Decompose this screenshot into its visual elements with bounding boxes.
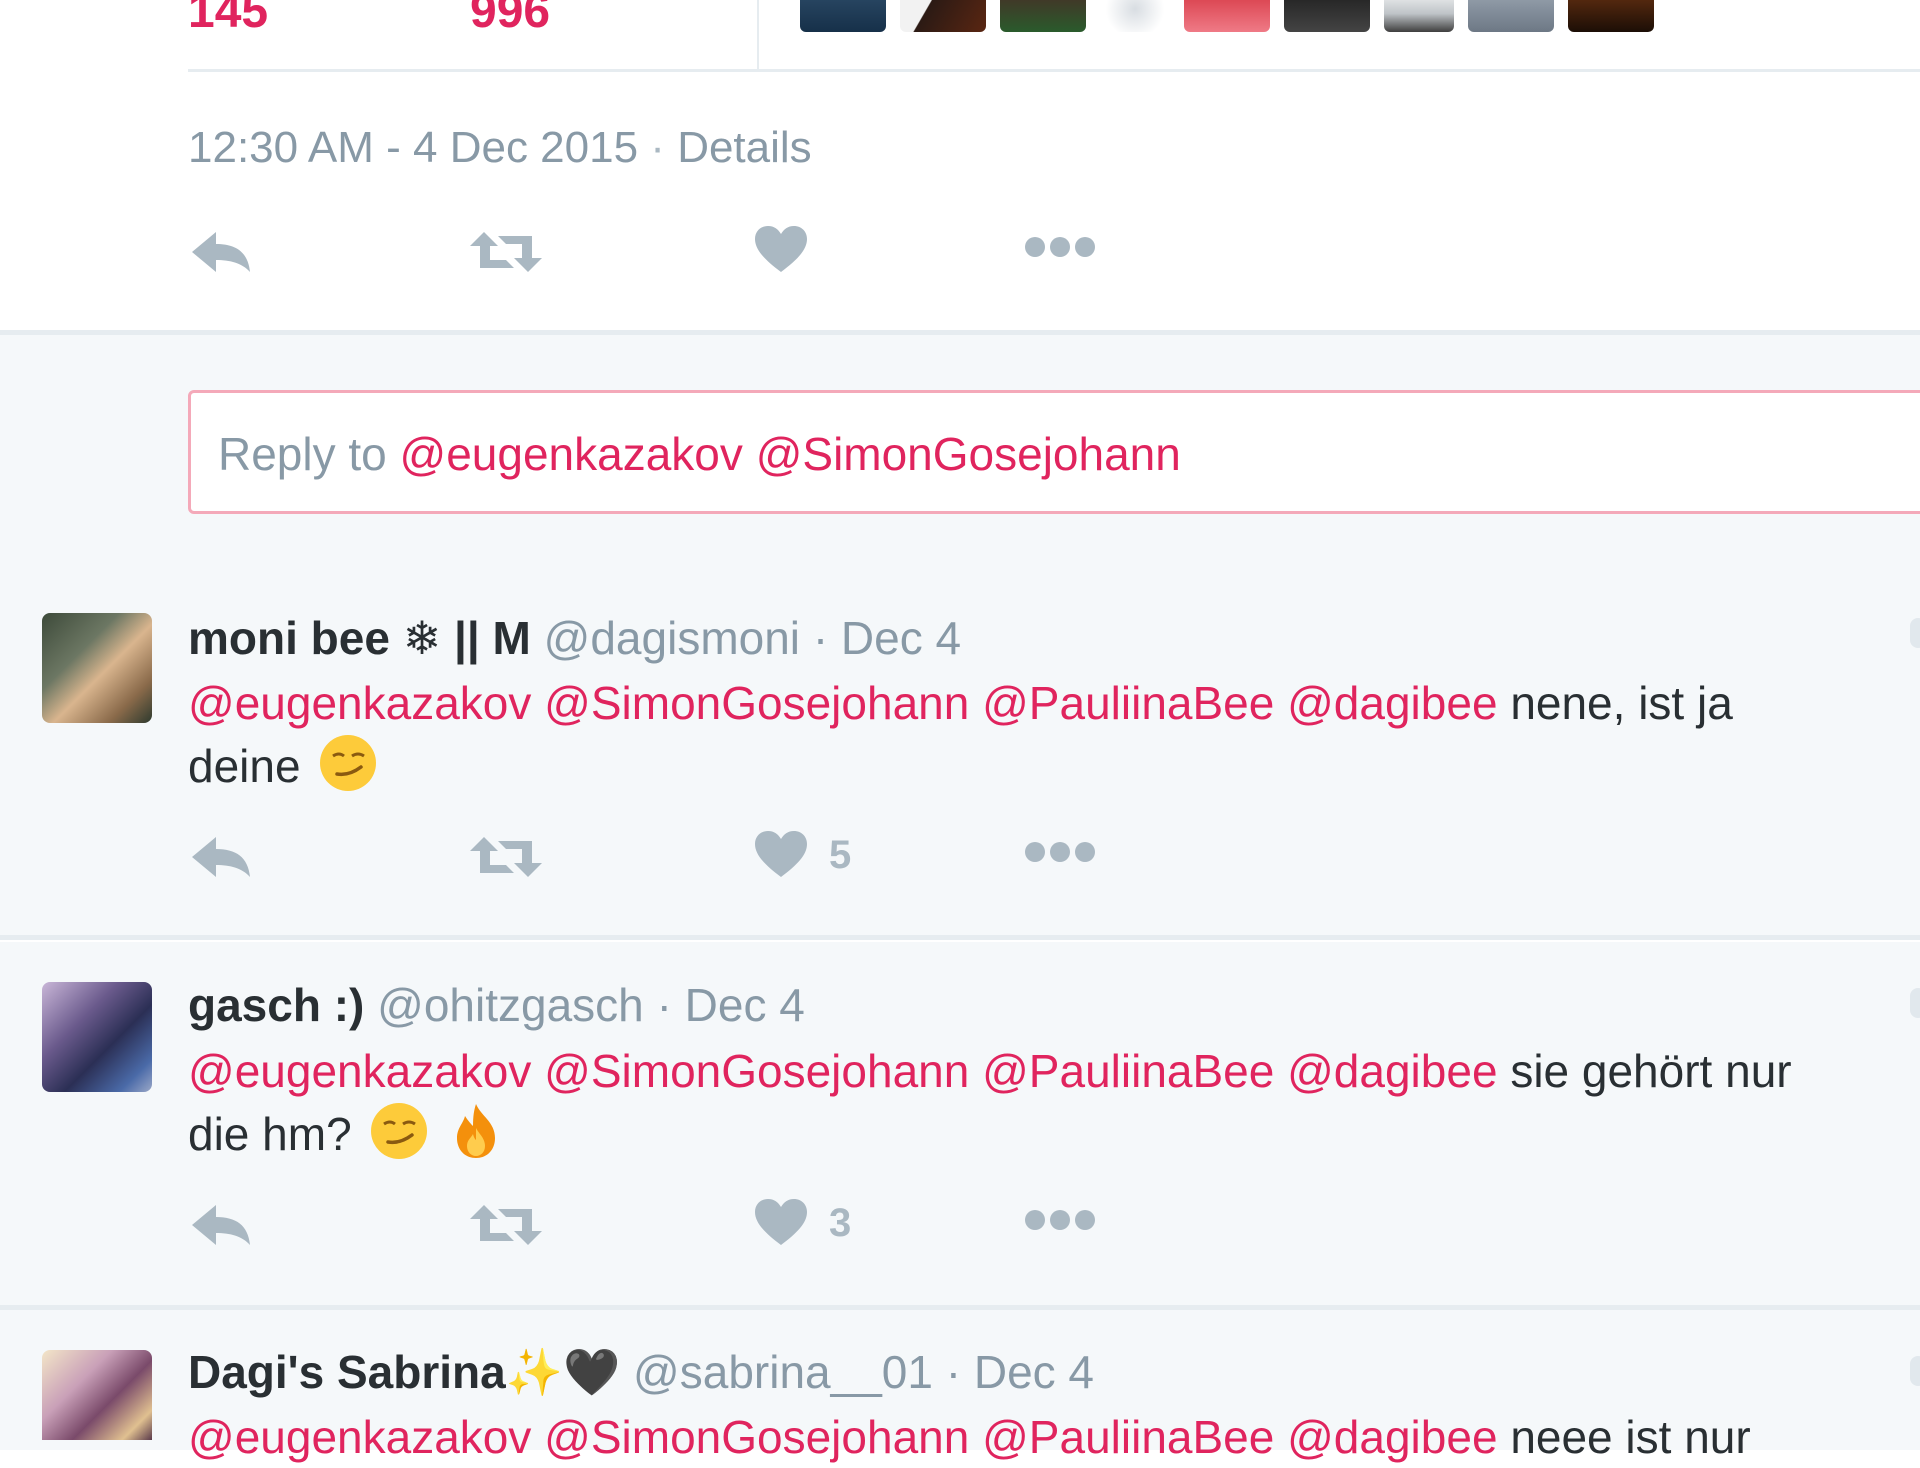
reply-icon <box>192 837 250 877</box>
more-dots-icon <box>1025 237 1095 257</box>
mention-link[interactable]: @PauliinaBee <box>982 1411 1274 1463</box>
divider <box>188 69 1920 72</box>
timestamp-text[interactable]: 12:30 AM - 4 Dec 2015 <box>188 123 638 172</box>
retweet-button[interactable] <box>470 230 542 274</box>
mention-link[interactable]: @dagibee <box>1287 677 1497 729</box>
tweet-timestamp: 12:30 AM - 4 Dec 2015 · Details <box>188 120 812 176</box>
retweet-button[interactable] <box>470 835 542 879</box>
mention-link[interactable]: @SimonGosejohann <box>544 677 969 729</box>
mention-link[interactable]: @eugenkazakov <box>188 677 531 729</box>
tweet-text-content: die hm? <box>188 1108 352 1160</box>
display-name[interactable]: moni bee ❄ || M <box>188 612 531 664</box>
liker-avatar[interactable] <box>900 0 986 32</box>
display-name[interactable]: Dagi's Sabrina✨🖤 <box>188 1346 620 1398</box>
handle[interactable]: @sabrina__01 <box>633 1346 933 1398</box>
heart-icon <box>755 1199 807 1245</box>
main-tweet-actions <box>0 226 1920 290</box>
liker-avatar[interactable] <box>800 0 886 32</box>
heart-icon <box>755 226 807 272</box>
liker-avatar[interactable] <box>1284 0 1370 32</box>
mention-link[interactable]: @PauliinaBee <box>982 677 1274 729</box>
tweet-date[interactable]: Dec 4 <box>841 612 961 664</box>
tweet-text-content: nene, ist ja <box>1510 677 1733 729</box>
header-separator: · <box>656 979 672 1031</box>
reply-placeholder[interactable]: Reply to @eugenkazakov @SimonGosejohann <box>218 424 1181 484</box>
liker-avatar[interactable] <box>1000 0 1086 32</box>
tweet-actions: 3 <box>0 1199 1920 1263</box>
avatar[interactable] <box>42 1350 152 1440</box>
likes-count[interactable]: 996 <box>470 0 550 40</box>
tweet-text-content: neee ist nur <box>1510 1411 1751 1463</box>
tweet-text: @eugenkazakov @SimonGosejohann @Pauliina… <box>188 1406 1908 1468</box>
more-button[interactable] <box>1025 236 1095 258</box>
details-link[interactable]: Details <box>677 123 812 172</box>
liker-avatar[interactable] <box>1568 0 1654 32</box>
mention-link[interactable]: @SimonGosejohann <box>544 1045 969 1097</box>
retweet-icon <box>470 232 542 272</box>
mention-link[interactable]: @dagibee <box>1287 1045 1497 1097</box>
heart-icon <box>755 831 807 877</box>
reply-icon <box>192 232 250 272</box>
tweet-header: moni bee ❄ || M @dagismoni · Dec 4 <box>188 608 961 668</box>
tweet-text-content: sie gehört nur <box>1510 1045 1792 1097</box>
retweet-icon <box>470 837 542 877</box>
tweet-caret-icon[interactable] <box>1910 1356 1920 1386</box>
tweet-text: @eugenkazakov @SimonGosejohann @Pauliina… <box>188 672 1908 797</box>
mention-link[interactable]: @PauliinaBee <box>982 1045 1274 1097</box>
liked-by-avatars <box>800 0 1654 32</box>
liker-avatar[interactable] <box>1468 0 1554 32</box>
more-button[interactable] <box>1025 841 1095 863</box>
mention-link[interactable]: @eugenkazakov <box>188 1411 531 1463</box>
reply-mention[interactable]: @eugenkazakov <box>400 428 743 480</box>
like-count: 3 <box>829 1200 852 1245</box>
avatar[interactable] <box>42 982 152 1092</box>
tweet-text-content: deine <box>188 740 301 792</box>
reply-button[interactable] <box>190 230 252 274</box>
retweet-button[interactable] <box>470 1203 542 1247</box>
tweet-date[interactable]: Dec 4 <box>974 1346 1094 1398</box>
reply-icon <box>192 1205 250 1245</box>
tweet-header: Dagi's Sabrina✨🖤 @sabrina__01 · Dec 4 <box>188 1342 1094 1402</box>
header-separator: · <box>812 612 829 664</box>
tweet-caret-icon[interactable] <box>1910 618 1920 648</box>
header-separator: · <box>945 1346 962 1398</box>
handle[interactable]: @ohitzgasch <box>377 979 644 1031</box>
reply-prefix: Reply to <box>218 428 387 480</box>
tweet-caret-icon[interactable] <box>1910 988 1920 1018</box>
liker-avatar[interactable] <box>1100 0 1170 32</box>
tweet-date[interactable]: Dec 4 <box>685 979 805 1031</box>
fire-emoji-icon <box>457 1104 496 1158</box>
handle[interactable]: @dagismoni <box>544 612 800 664</box>
liker-avatar[interactable] <box>1184 0 1270 32</box>
like-button[interactable] <box>755 226 807 274</box>
stats-divider <box>757 0 759 70</box>
retweet-icon <box>470 1205 542 1245</box>
smirk-emoji-icon <box>371 1103 428 1159</box>
display-name[interactable]: gasch :) <box>188 979 364 1031</box>
like-count: 5 <box>829 832 852 877</box>
liker-avatar[interactable] <box>1384 0 1454 32</box>
reply-button[interactable] <box>190 1203 252 1247</box>
reply-mention[interactable]: @SimonGosejohann <box>756 428 1181 480</box>
more-dots-icon <box>1025 1210 1095 1230</box>
mention-link[interactable]: @dagibee <box>1287 1411 1497 1463</box>
like-button[interactable]: 3 <box>755 1199 851 1247</box>
retweets-count[interactable]: 145 <box>188 0 268 40</box>
reply-button[interactable] <box>190 835 252 879</box>
mention-link[interactable]: @eugenkazakov <box>188 1045 531 1097</box>
tweet-text: @eugenkazakov @SimonGosejohann @Pauliina… <box>188 1040 1908 1165</box>
tweet-header: gasch :) @ohitzgasch · Dec 4 <box>188 975 805 1035</box>
more-dots-icon <box>1025 842 1095 862</box>
timestamp-separator: · <box>650 123 665 172</box>
tweet-actions: 5 <box>0 831 1920 895</box>
avatar[interactable] <box>42 613 152 723</box>
smirk-emoji-icon <box>320 735 377 791</box>
mention-link[interactable]: @SimonGosejohann <box>544 1411 969 1463</box>
like-button[interactable]: 5 <box>755 831 851 879</box>
more-button[interactable] <box>1025 1209 1095 1231</box>
